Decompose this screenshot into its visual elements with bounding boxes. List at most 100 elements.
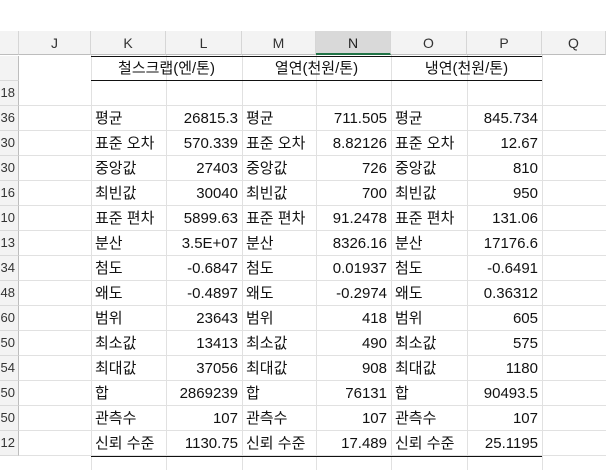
stat-value-cold-rolled[interactable]: 17176.6 (467, 231, 542, 256)
stat-value-cold-rolled[interactable]: -0.6491 (467, 256, 542, 281)
column-header-p[interactable]: P (467, 31, 542, 55)
stat-label-scrap[interactable]: 합 (91, 381, 166, 406)
stat-value-cold-rolled[interactable]: 1180 (467, 356, 542, 381)
column-header-q[interactable]: Q (542, 31, 606, 55)
row-header[interactable]: 34 (0, 256, 19, 281)
stat-value-cold-rolled[interactable]: 90493.5 (467, 381, 542, 406)
stat-label-cold-rolled[interactable]: 분산 (391, 231, 467, 256)
row-header[interactable]: 18 (0, 81, 19, 106)
column-header-o[interactable]: O (391, 31, 467, 55)
stat-label-cold-rolled[interactable]: 표준 오차 (391, 131, 467, 156)
stat-label-hot-rolled[interactable]: 최빈값 (242, 181, 316, 206)
stat-value-cold-rolled[interactable]: 605 (467, 306, 542, 331)
row-header[interactable]: 50 (0, 381, 19, 406)
row-header-blank[interactable] (0, 56, 19, 81)
stat-label-hot-rolled[interactable]: 표준 오차 (242, 131, 316, 156)
stat-value-hot-rolled[interactable]: 0.01937 (316, 256, 391, 281)
column-header-n[interactable]: N (316, 31, 391, 55)
stat-value-scrap[interactable]: 2869239 (166, 381, 242, 406)
stat-value-hot-rolled[interactable]: 700 (316, 181, 391, 206)
row-header[interactable]: 48 (0, 281, 19, 306)
stat-label-scrap[interactable]: 중앙값 (91, 156, 166, 181)
stat-value-scrap[interactable]: 107 (166, 406, 242, 431)
stat-value-scrap[interactable]: 5899.63 (166, 206, 242, 231)
stat-label-cold-rolled[interactable]: 평균 (391, 106, 467, 131)
column-header-m[interactable]: M (242, 31, 316, 55)
row-header[interactable]: 30 (0, 131, 19, 156)
stat-label-scrap[interactable]: 분산 (91, 231, 166, 256)
stat-value-scrap[interactable]: -0.4897 (166, 281, 242, 306)
stat-value-hot-rolled[interactable]: 8326.16 (316, 231, 391, 256)
stat-label-scrap[interactable]: 왜도 (91, 281, 166, 306)
stat-label-scrap[interactable]: 표준 오차 (91, 131, 166, 156)
stat-label-cold-rolled[interactable]: 범위 (391, 306, 467, 331)
stat-value-scrap[interactable]: 30040 (166, 181, 242, 206)
stat-label-scrap[interactable]: 범위 (91, 306, 166, 331)
stat-value-hot-rolled[interactable]: -0.2974 (316, 281, 391, 306)
stat-value-cold-rolled[interactable]: 0.36312 (467, 281, 542, 306)
stat-value-scrap[interactable]: -0.6847 (166, 256, 242, 281)
row-header[interactable]: 50 (0, 406, 19, 431)
column-header-l[interactable]: L (166, 31, 242, 55)
stat-value-hot-rolled[interactable]: 726 (316, 156, 391, 181)
stat-label-scrap[interactable]: 최소값 (91, 331, 166, 356)
stat-label-cold-rolled[interactable]: 합 (391, 381, 467, 406)
stat-value-hot-rolled[interactable]: 91.2478 (316, 206, 391, 231)
stat-label-hot-rolled[interactable]: 최대값 (242, 356, 316, 381)
stat-value-cold-rolled[interactable]: 131.06 (467, 206, 542, 231)
stat-label-hot-rolled[interactable]: 관측수 (242, 406, 316, 431)
column-header-k[interactable]: K (91, 31, 166, 55)
stat-value-cold-rolled[interactable]: 810 (467, 156, 542, 181)
row-header[interactable]: 10 (0, 206, 19, 231)
stat-label-cold-rolled[interactable]: 첨도 (391, 256, 467, 281)
stat-label-hot-rolled[interactable]: 최소값 (242, 331, 316, 356)
stat-value-hot-rolled[interactable]: 711.505 (316, 106, 391, 131)
stat-value-hot-rolled[interactable]: 8.82126 (316, 131, 391, 156)
stat-value-cold-rolled[interactable]: 107 (467, 406, 542, 431)
row-header[interactable]: 30 (0, 156, 19, 181)
stat-label-cold-rolled[interactable]: 최빈값 (391, 181, 467, 206)
stat-value-hot-rolled[interactable]: 490 (316, 331, 391, 356)
stat-value-hot-rolled[interactable]: 17.489 (316, 431, 391, 456)
stat-value-hot-rolled[interactable]: 76131 (316, 381, 391, 406)
column-header-j[interactable]: J (19, 31, 91, 55)
stat-label-cold-rolled[interactable]: 신뢰 수준 (391, 431, 467, 456)
stat-label-scrap[interactable]: 관측수 (91, 406, 166, 431)
stat-label-hot-rolled[interactable]: 범위 (242, 306, 316, 331)
stat-value-hot-rolled[interactable]: 418 (316, 306, 391, 331)
row-header[interactable]: 13 (0, 231, 19, 256)
stat-label-hot-rolled[interactable]: 평균 (242, 106, 316, 131)
stat-label-scrap[interactable]: 첨도 (91, 256, 166, 281)
row-header[interactable]: 60 (0, 306, 19, 331)
stat-label-scrap[interactable]: 평균 (91, 106, 166, 131)
stat-value-cold-rolled[interactable]: 950 (467, 181, 542, 206)
stat-value-cold-rolled[interactable]: 12.67 (467, 131, 542, 156)
stat-value-cold-rolled[interactable]: 25.1195 (467, 431, 542, 456)
stat-label-hot-rolled[interactable]: 표준 편차 (242, 206, 316, 231)
stat-label-cold-rolled[interactable]: 관측수 (391, 406, 467, 431)
stat-value-cold-rolled[interactable]: 575 (467, 331, 542, 356)
row-header[interactable]: 12 (0, 431, 19, 456)
row-header[interactable]: 16 (0, 181, 19, 206)
stat-label-cold-rolled[interactable]: 최대값 (391, 356, 467, 381)
stat-value-scrap[interactable]: 3.5E+07 (166, 231, 242, 256)
stat-label-hot-rolled[interactable]: 중앙값 (242, 156, 316, 181)
stat-value-scrap[interactable]: 13413 (166, 331, 242, 356)
stat-label-cold-rolled[interactable]: 왜도 (391, 281, 467, 306)
stat-value-scrap[interactable]: 570.339 (166, 131, 242, 156)
stat-label-hot-rolled[interactable]: 분산 (242, 231, 316, 256)
stat-value-hot-rolled[interactable]: 107 (316, 406, 391, 431)
stat-value-scrap[interactable]: 26815.3 (166, 106, 242, 131)
stat-label-cold-rolled[interactable]: 최소값 (391, 331, 467, 356)
stat-label-scrap[interactable]: 신뢰 수준 (91, 431, 166, 456)
stat-label-scrap[interactable]: 최빈값 (91, 181, 166, 206)
spreadsheet-grid[interactable]: J K L M N O P Q 철스크랩(엔/톤) 열연(천원/톤) 냉연(천원… (0, 0, 606, 470)
stat-label-cold-rolled[interactable]: 중앙값 (391, 156, 467, 181)
stat-value-scrap[interactable]: 37056 (166, 356, 242, 381)
stat-label-hot-rolled[interactable]: 첨도 (242, 256, 316, 281)
stat-label-scrap[interactable]: 표준 편차 (91, 206, 166, 231)
stat-value-scrap[interactable]: 27403 (166, 156, 242, 181)
stat-value-hot-rolled[interactable]: 908 (316, 356, 391, 381)
stat-value-cold-rolled[interactable]: 845.734 (467, 106, 542, 131)
stat-label-hot-rolled[interactable]: 합 (242, 381, 316, 406)
